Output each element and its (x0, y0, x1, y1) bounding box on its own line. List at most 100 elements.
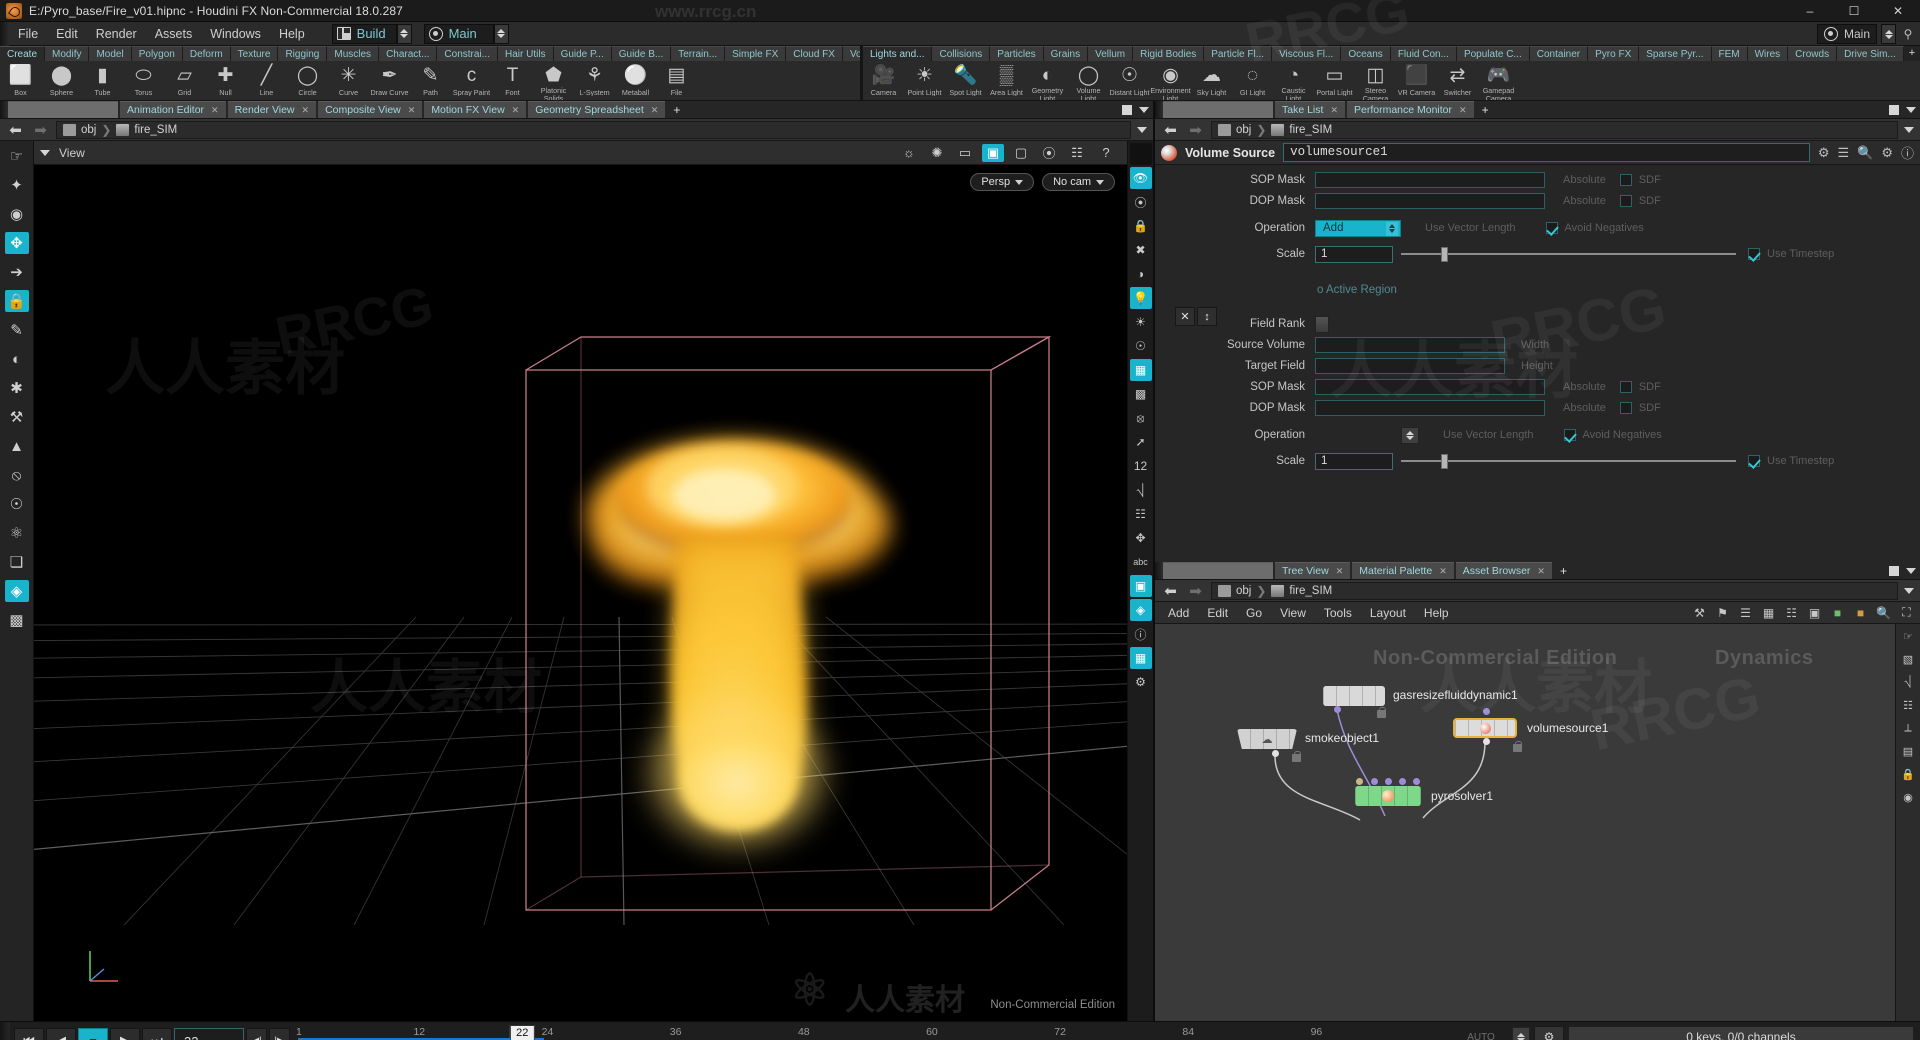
net-grid-icon[interactable]: ▦ (1760, 605, 1777, 621)
parm-help-icon[interactable]: ⓘ (1901, 143, 1914, 162)
timeline-ruler[interactable]: 1 12 24 36 48 60 72 84 96 22 (298, 1026, 1436, 1040)
shelf-tab-crowds[interactable]: Crowds (1788, 46, 1837, 61)
shelf-tab-terrain[interactable]: Terrain... (671, 46, 725, 61)
net-menu-layout[interactable]: Layout (1361, 602, 1415, 624)
close-tab-icon[interactable]: ✕ (512, 105, 520, 116)
viewport-path-field[interactable]: obj ❯ fire_SIM (56, 121, 1131, 139)
net-menu-view[interactable]: View (1271, 602, 1315, 624)
close-tab-icon[interactable]: ✕ (1330, 105, 1338, 116)
magnet-tool-icon[interactable]: ⦸ (5, 464, 29, 486)
play-forward-button[interactable]: ▶ (110, 1028, 140, 1040)
operation-spinner-icon[interactable] (1386, 222, 1398, 236)
edit-tool-icon[interactable]: ✱ (5, 377, 29, 399)
vp-more-icon[interactable]: ⚙ (1130, 671, 1152, 693)
net-flag-icon[interactable]: ⚑ (1714, 605, 1731, 621)
close-float-button[interactable]: ✕ (1175, 307, 1195, 326)
pane-menu-icon[interactable] (1906, 107, 1916, 113)
menu-assets[interactable]: Assets (146, 22, 202, 46)
tab-render-view[interactable]: Render View ✕ (228, 101, 316, 118)
vp-nolight-icon[interactable]: ✖ (1130, 239, 1152, 261)
tab-grip[interactable] (1155, 562, 1163, 579)
maximize-button[interactable]: ☐ (1832, 0, 1876, 22)
viewport-ghost-icon[interactable]: ▢ (1010, 144, 1032, 162)
desktop-spinner[interactable] (397, 24, 412, 44)
menu-help[interactable]: Help (270, 22, 314, 46)
menu-render[interactable]: Render (87, 22, 146, 46)
use-timestep-checkbox-2[interactable] (1748, 455, 1760, 467)
node-gasresizefluiddynamic1[interactable] (1323, 686, 1385, 706)
shelf-item-line[interactable]: ╱ Line (246, 62, 287, 100)
parm-more-icon[interactable]: ⚙ (1881, 145, 1893, 161)
tab-tree-view[interactable]: Tree View ✕ (1275, 562, 1350, 579)
shelf-item-sphere[interactable]: ⬤ Sphere (41, 62, 82, 100)
shelf-item-file[interactable]: ▤ File (656, 62, 697, 100)
net-wrench-icon[interactable]: ⚒ (1691, 605, 1708, 621)
viewport-layout-icon[interactable]: ☷ (1066, 144, 1088, 162)
tab-take-list[interactable]: Take List ✕ (1275, 101, 1345, 118)
playbar-grip[interactable] (0, 1022, 10, 1040)
close-tab-icon[interactable]: ✕ (211, 105, 219, 116)
soft-tool-icon[interactable]: ☉ (5, 493, 29, 515)
parm-search-icon[interactable]: 🔍 (1857, 145, 1873, 161)
parm-gear-icon[interactable]: ⚙ (1818, 145, 1830, 161)
shelf-tab-polygon[interactable]: Polygon (132, 46, 183, 61)
tab-current[interactable] (8, 101, 118, 118)
viewport-light-icon[interactable]: ⦿ (1038, 144, 1060, 162)
net-path-dropdown-icon[interactable] (1904, 588, 1914, 594)
net-menu-edit[interactable]: Edit (1198, 602, 1237, 624)
close-tab-icon[interactable]: ✕ (1459, 105, 1467, 116)
tab-grip[interactable] (1155, 101, 1163, 118)
vp-lock-icon[interactable]: 🔒 (1130, 215, 1152, 237)
viewport-snap-icon[interactable]: ✺ (926, 144, 948, 162)
shelf-tab-drive-sim[interactable]: Drive Sim... (1837, 46, 1904, 61)
timeline[interactable]: 1122436486072849622 1 1 104 104 (290, 1022, 1450, 1040)
shelf-item-null[interactable]: ✚ Null (205, 62, 246, 100)
close-tab-icon[interactable]: ✕ (408, 105, 416, 116)
parm-path-dropdown-icon[interactable] (1904, 127, 1914, 133)
shelf-tab-muscles[interactable]: Muscles (327, 46, 379, 61)
shelf-tab-guide-b[interactable]: Guide B... (612, 46, 671, 61)
source-volume-field[interactable] (1315, 337, 1505, 353)
vp-snapgrid-icon[interactable]: ▩ (1130, 383, 1152, 405)
shelf-item-torus[interactable]: ⬭ Torus (123, 62, 164, 100)
tab-grip[interactable] (0, 101, 8, 118)
tab-asset-browser[interactable]: Asset Browser ✕ (1456, 562, 1552, 579)
auto-spinner[interactable] (1512, 1027, 1530, 1040)
sculpt-tool-icon[interactable]: ⚒ (5, 406, 29, 428)
minimize-button[interactable]: – (1788, 0, 1832, 22)
node-lock-icon-3[interactable] (1513, 744, 1522, 752)
shelf-item-volume-light[interactable]: ◯ Volume Light (1068, 62, 1109, 100)
vp-select-bbox-icon[interactable]: ☷ (1130, 503, 1152, 525)
main-selector-right[interactable]: Main (1817, 24, 1877, 44)
parm-back-arrow-icon[interactable]: ⬅ (1161, 122, 1180, 138)
node-smokeobject1[interactable]: ☁ (1237, 729, 1297, 749)
vp-shading-icon[interactable]: ◑ (1130, 263, 1152, 285)
pyro-input-dot-0[interactable] (1356, 778, 1363, 785)
camera-selector[interactable]: No cam (1042, 173, 1115, 191)
main-spinner[interactable] (494, 24, 509, 44)
vp-stats-icon[interactable]: ▦ (1130, 647, 1152, 669)
net-tool-layout-icon[interactable]: ☷ (1898, 696, 1918, 715)
shelf-tab-volume[interactable]: Volume (843, 46, 860, 61)
shelf-tab-collisions[interactable]: Collisions (932, 46, 990, 61)
vp-capture-icon[interactable]: ◈ (1130, 599, 1152, 621)
parm-sdf-checkbox-3[interactable] (1620, 381, 1632, 393)
parm-sdf-checkbox-1[interactable] (1620, 174, 1632, 186)
pyro-input-dot-4[interactable] (1413, 778, 1420, 785)
resize-float-button[interactable]: ↕ (1197, 307, 1217, 326)
shelf-tab-pyro-fx[interactable]: Pyro FX (1588, 46, 1639, 61)
net-menu-add[interactable]: Add (1159, 602, 1198, 624)
net-tool-notes-icon[interactable]: ▤ (1898, 742, 1918, 761)
shelf-tab-cloud-fx[interactable]: Cloud FX (786, 46, 843, 61)
net-menu-go[interactable]: Go (1237, 602, 1271, 624)
vp-bounds-icon[interactable]: ⎷ (1130, 479, 1152, 501)
snap-tool-icon[interactable]: ❏ (5, 551, 29, 573)
tab-animation-editor[interactable]: Animation Editor ✕ (120, 101, 226, 118)
scale-value-field-1[interactable]: 1 (1315, 246, 1393, 263)
close-tab-icon[interactable]: ✕ (1439, 566, 1447, 577)
shelf-tab-fem[interactable]: FEM (1712, 46, 1748, 61)
node-output-dot-2[interactable] (1272, 750, 1279, 757)
net-table-icon[interactable]: ☷ (1783, 605, 1800, 621)
shelf-item-gamepad-camera[interactable]: 🎮 Gamepad Camera (1478, 62, 1519, 100)
tab-geometry-spreadsheet[interactable]: Geometry Spreadsheet ✕ (528, 101, 665, 118)
